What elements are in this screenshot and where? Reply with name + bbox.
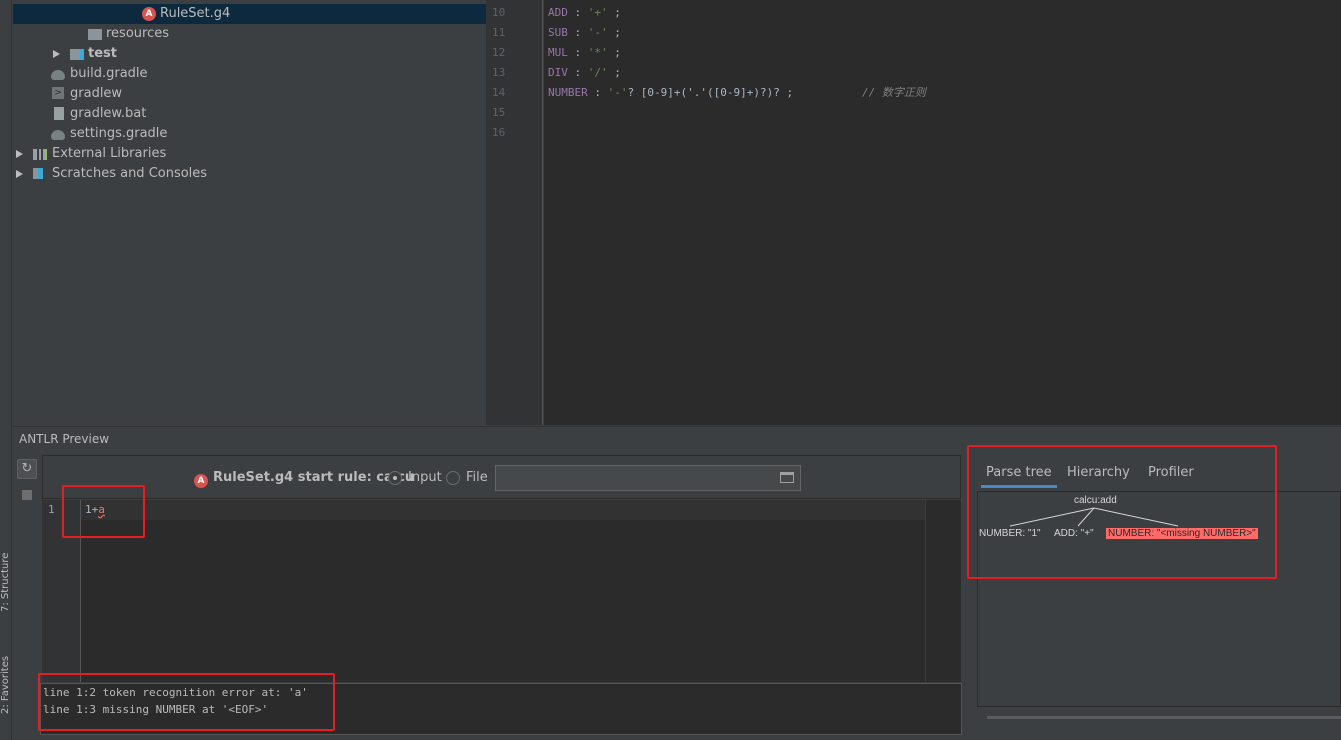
preview-toolbar: A RuleSet.g4 start rule: calcu Input File bbox=[42, 455, 961, 499]
horizontal-scrollbar[interactable] bbox=[987, 716, 1341, 719]
start-rule-label: A RuleSet.g4 start rule: calcu bbox=[194, 469, 415, 488]
scratches-icon bbox=[33, 168, 43, 179]
code-line: DIV : '/' ; bbox=[548, 66, 621, 79]
input-radio[interactable] bbox=[388, 471, 402, 485]
expand-arrow-icon[interactable] bbox=[16, 150, 23, 158]
file-radio-label[interactable]: File bbox=[466, 469, 488, 487]
code-line: SUB : '-' ; bbox=[548, 26, 621, 39]
annotation-console-box bbox=[38, 673, 335, 731]
line-number: 13 bbox=[492, 66, 506, 79]
annotation-input-box bbox=[62, 485, 145, 538]
code-line: NUMBER : '-'? [0-9]+('.'([0-9]+)?)? ; bbox=[548, 86, 794, 99]
tree-item-label: RuleSet.g4 bbox=[160, 6, 231, 21]
antlr-icon: A bbox=[142, 7, 156, 21]
line-number: 1 bbox=[48, 503, 55, 516]
structure-tool-button[interactable]: 7: Structure bbox=[0, 540, 12, 612]
code-line: MUL : '*' ; bbox=[548, 46, 621, 59]
tree-item-label: Scratches and Consoles bbox=[52, 166, 208, 181]
expand-arrow-icon[interactable] bbox=[16, 170, 23, 178]
right-margin bbox=[925, 500, 926, 682]
file-path-input[interactable] bbox=[495, 465, 801, 491]
expand-arrow-icon[interactable] bbox=[53, 50, 60, 58]
input-editor[interactable]: 1+a bbox=[81, 500, 961, 682]
line-number: 12 bbox=[492, 46, 506, 59]
tree-item-label: gradlew.bat bbox=[70, 106, 147, 121]
tree-item-ruleset[interactable]: A RuleSet.g4 bbox=[13, 4, 486, 24]
libraries-icon bbox=[33, 149, 47, 160]
file-radio[interactable] bbox=[446, 471, 460, 485]
tool-window-strip: 7: Structure 2: Favorites bbox=[0, 0, 12, 740]
input-radio-label[interactable]: Input bbox=[408, 469, 442, 487]
annotation-tree-box bbox=[967, 445, 1277, 579]
gradle-icon bbox=[51, 130, 65, 140]
start-rule-text: RuleSet.g4 start rule: calcu bbox=[213, 470, 415, 485]
line-number: 16 bbox=[492, 126, 506, 139]
script-icon: > bbox=[52, 87, 64, 99]
tree-item-label: External Libraries bbox=[52, 146, 167, 161]
refresh-icon[interactable]: ↻ bbox=[17, 459, 37, 479]
tree-item-label: test bbox=[88, 46, 117, 61]
favorites-tool-button[interactable]: 2: Favorites bbox=[0, 642, 12, 714]
tree-item-label: resources bbox=[106, 26, 170, 41]
antlr-icon: A bbox=[194, 474, 208, 488]
folder-icon bbox=[70, 49, 84, 60]
code-comment: // 数字正则 bbox=[862, 86, 926, 99]
code-line: ADD : '+' ; bbox=[548, 6, 621, 19]
stop-icon[interactable] bbox=[22, 490, 32, 500]
line-number: 15 bbox=[492, 106, 506, 119]
tree-item-label: gradlew bbox=[70, 86, 123, 101]
line-number: 11 bbox=[492, 26, 506, 39]
project-tree: A RuleSet.g4 resources test build.gradle… bbox=[13, 0, 486, 425]
gradle-icon bbox=[51, 70, 65, 80]
code-editor[interactable]: ADD : '+' ; SUB : '-' ; MUL : '*' ; DIV … bbox=[544, 0, 1341, 425]
tree-item-label: build.gradle bbox=[70, 66, 148, 81]
current-line-highlight bbox=[81, 500, 925, 520]
line-number: 14 bbox=[492, 86, 506, 99]
file-icon bbox=[54, 107, 64, 120]
folder-icon bbox=[88, 29, 102, 40]
panel-title: ANTLR Preview bbox=[19, 432, 110, 446]
editor-gutter: 10 11 12 13 14 15 16 bbox=[486, 0, 543, 425]
line-number: 10 bbox=[492, 6, 506, 19]
folder-browse-icon[interactable] bbox=[780, 472, 794, 483]
tree-item-label: settings.gradle bbox=[70, 126, 168, 141]
